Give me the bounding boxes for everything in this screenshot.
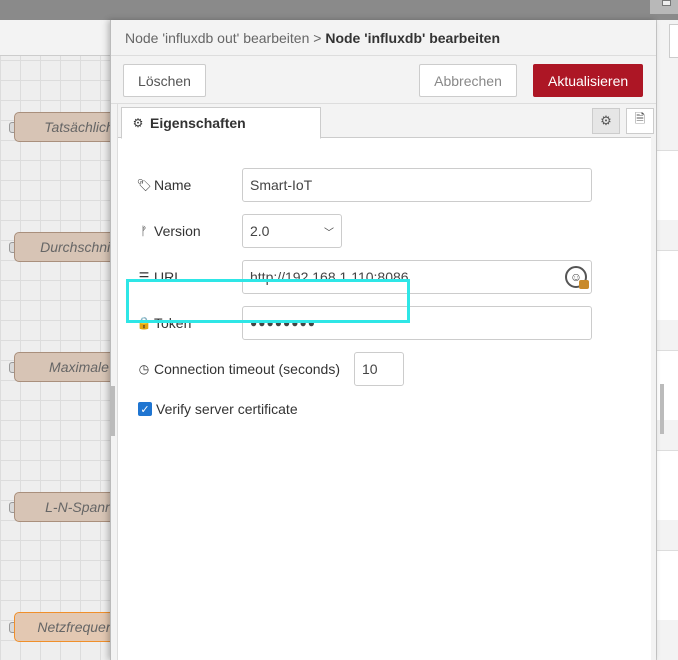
description-button[interactable]: 🗎 bbox=[626, 108, 654, 134]
timeout-row: ◷ Connection timeout (seconds) 10 bbox=[138, 352, 404, 386]
verify-checkbox[interactable]: ✓ bbox=[138, 402, 152, 416]
tray-toolbar: Löschen Abbrechen Aktualisieren bbox=[111, 56, 656, 104]
name-row: 🏷 Name Smart-IoT bbox=[136, 168, 592, 202]
breadcrumb-parent[interactable]: Node 'influxdb out' bearbeiten bbox=[125, 30, 309, 46]
verify-row: ✓ Verify server certificate bbox=[138, 392, 298, 426]
sidebar-row bbox=[657, 450, 678, 520]
tab-properties[interactable]: ⚙ Eigenschaften bbox=[121, 107, 321, 139]
lock-icon: 🔒 bbox=[136, 316, 152, 330]
gear-icon: ⚙ bbox=[600, 113, 612, 128]
sidebar-tab[interactable] bbox=[669, 24, 678, 58]
name-input[interactable]: Smart-IoT bbox=[242, 168, 592, 202]
cancel-button[interactable]: Abbrechen bbox=[419, 64, 517, 97]
server-icon: ☰ bbox=[138, 270, 150, 284]
tray-body: ⚙ Eigenschaften ⚙ 🗎 🏷 Name Smart-IoT ᚠ V… bbox=[117, 104, 654, 660]
url-input[interactable]: http://192.168.1.110:8086 ☺ bbox=[242, 260, 592, 294]
tag-icon: 🏷 bbox=[136, 178, 152, 192]
document-icon: 🗎 bbox=[634, 111, 646, 126]
tls-config-icon[interactable]: ☺ bbox=[565, 266, 589, 289]
breadcrumb-current: Node 'influxdb' bearbeiten bbox=[325, 30, 501, 46]
delete-button[interactable]: Löschen bbox=[123, 64, 206, 97]
clock-icon: ◷ bbox=[138, 362, 150, 376]
resize-handle-right[interactable] bbox=[660, 384, 664, 434]
top-bar bbox=[0, 0, 678, 20]
breadcrumb: Node 'influxdb out' bearbeiten > Node 'i… bbox=[111, 20, 656, 56]
sidebar-row bbox=[657, 550, 678, 620]
version-row: ᚠ Version 2.0 ﹀ bbox=[138, 214, 342, 248]
sidebar-row bbox=[657, 250, 678, 320]
tab-properties-label: Eigenschaften bbox=[150, 115, 246, 131]
version-label: ᚠ Version bbox=[138, 223, 242, 239]
token-input[interactable]: ●●●●●●●● bbox=[242, 306, 592, 340]
sidebar-panel bbox=[656, 20, 678, 660]
timeout-input[interactable]: 10 bbox=[354, 352, 404, 386]
node-settings-button[interactable]: ⚙ bbox=[592, 108, 620, 134]
branch-icon: ᚠ bbox=[140, 224, 148, 238]
gear-icon: ⚙ bbox=[132, 116, 144, 130]
token-label: 🔒 Token bbox=[136, 315, 192, 331]
breadcrumb-separator: > bbox=[313, 30, 322, 46]
lock-icon bbox=[579, 280, 589, 289]
update-button[interactable]: Aktualisieren bbox=[533, 64, 643, 97]
url-label: ☰ URL bbox=[138, 269, 183, 285]
url-row: ☰ URL http://192.168.1.110:8086 ☺ bbox=[138, 260, 592, 294]
name-label: 🏷 Name bbox=[136, 177, 192, 193]
sidebar-row bbox=[657, 150, 678, 220]
chevron-down-icon: ﹀ bbox=[324, 227, 334, 239]
window-corner bbox=[650, 0, 678, 14]
tab-bar: ⚙ Eigenschaften ⚙ 🗎 bbox=[118, 104, 654, 139]
workspace-tabbar bbox=[0, 20, 118, 56]
version-select[interactable]: 2.0 ﹀ bbox=[242, 214, 342, 248]
verify-label: Verify server certificate bbox=[156, 401, 298, 417]
edit-tray: Node 'influxdb out' bearbeiten > Node 'i… bbox=[110, 20, 664, 660]
token-row: 🔒 Token ●●●●●●●● bbox=[136, 306, 592, 340]
timeout-label: ◷ Connection timeout (seconds) bbox=[138, 361, 340, 377]
resize-handle-left[interactable] bbox=[111, 386, 115, 436]
